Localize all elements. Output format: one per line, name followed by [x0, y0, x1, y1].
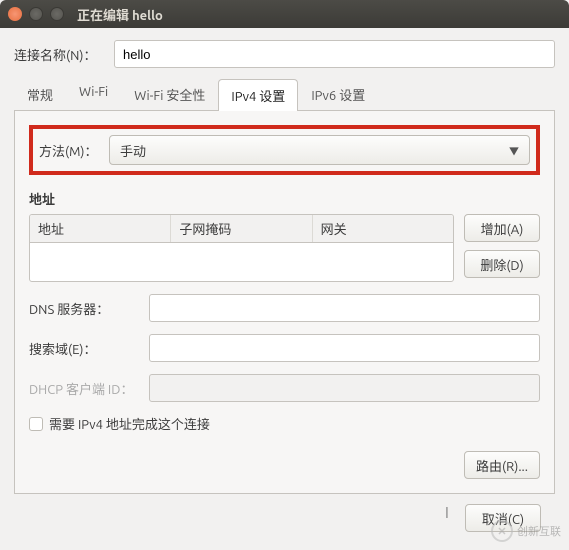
tab-ipv6[interactable]: IPv6 设置 — [298, 78, 378, 110]
address-table[interactable]: 地址 子网掩码 网关 — [29, 214, 454, 282]
method-label: 方法(M)： — [39, 141, 109, 160]
maximize-icon[interactable] — [50, 7, 64, 21]
search-domain-label: 搜索域(E)： — [29, 339, 149, 358]
require-ipv4-label: 需要 IPv4 地址完成这个连接 — [49, 414, 210, 433]
watermark-icon: ✕ — [491, 520, 513, 542]
col-gateway[interactable]: 网关 — [313, 215, 453, 242]
col-address[interactable]: 地址 — [30, 215, 171, 242]
watermark-text: 创新互联 — [517, 523, 561, 539]
tab-general[interactable]: 常规 — [14, 78, 66, 110]
dns-input[interactable] — [149, 294, 540, 322]
method-select[interactable]: 手动 ▼ — [109, 135, 530, 165]
dhcp-client-label: DHCP 客户端 ID： — [29, 379, 149, 398]
address-table-body[interactable] — [30, 243, 453, 281]
col-netmask[interactable]: 子网掩码 — [171, 215, 312, 242]
search-domain-row: 搜索域(E)： — [29, 334, 540, 362]
tab-wifi[interactable]: Wi-Fi — [66, 78, 121, 110]
delete-button[interactable]: 删除(D) — [464, 250, 540, 278]
address-buttons: 增加(A) 删除(D) — [464, 214, 540, 282]
dialog-footer: 取消(C) — [14, 494, 555, 532]
minimize-icon[interactable] — [29, 7, 43, 21]
require-ipv4-checkbox[interactable] — [29, 417, 43, 431]
require-ipv4-row[interactable]: 需要 IPv4 地址完成这个连接 — [29, 414, 540, 433]
dns-label: DNS 服务器： — [29, 299, 149, 318]
add-button[interactable]: 增加(A) — [464, 214, 540, 242]
titlebar: 正在编辑 hello — [0, 0, 569, 28]
search-domain-input[interactable] — [149, 334, 540, 362]
dhcp-client-row: DHCP 客户端 ID： — [29, 374, 540, 402]
connection-name-input[interactable] — [114, 40, 555, 68]
method-highlight: 方法(M)： 手动 ▼ — [29, 125, 540, 175]
routes-button[interactable]: 路由(R)... — [464, 451, 540, 479]
method-row: 方法(M)： 手动 ▼ — [39, 135, 530, 165]
tab-wifi-security[interactable]: Wi-Fi 安全性 — [121, 78, 218, 110]
connection-name-row: 连接名称(N)： — [14, 40, 555, 68]
chevron-down-icon: ▼ — [509, 143, 519, 158]
close-icon[interactable] — [8, 7, 22, 21]
text-cursor-icon: I — [445, 504, 449, 522]
tab-ipv4[interactable]: IPv4 设置 — [218, 79, 298, 111]
routes-row: 路由(R)... — [29, 451, 540, 479]
method-value: 手动 — [120, 141, 146, 160]
connection-name-label: 连接名称(N)： — [14, 45, 114, 64]
content: 连接名称(N)： 常规 Wi-Fi Wi-Fi 安全性 IPv4 设置 IPv6… — [0, 28, 569, 544]
address-area: 地址 子网掩码 网关 增加(A) 删除(D) — [29, 214, 540, 282]
dhcp-client-input — [149, 374, 540, 402]
ipv4-panel: 方法(M)： 手动 ▼ 地址 地址 子网掩码 网关 增加(A) 删除(D) — [14, 111, 555, 494]
watermark: ✕ 创新互联 — [491, 520, 561, 542]
tabs: 常规 Wi-Fi Wi-Fi 安全性 IPv4 设置 IPv6 设置 — [14, 78, 555, 111]
address-section-label: 地址 — [29, 189, 540, 208]
dns-row: DNS 服务器： — [29, 294, 540, 322]
address-table-header: 地址 子网掩码 网关 — [30, 215, 453, 243]
window-title: 正在编辑 hello — [77, 5, 163, 24]
